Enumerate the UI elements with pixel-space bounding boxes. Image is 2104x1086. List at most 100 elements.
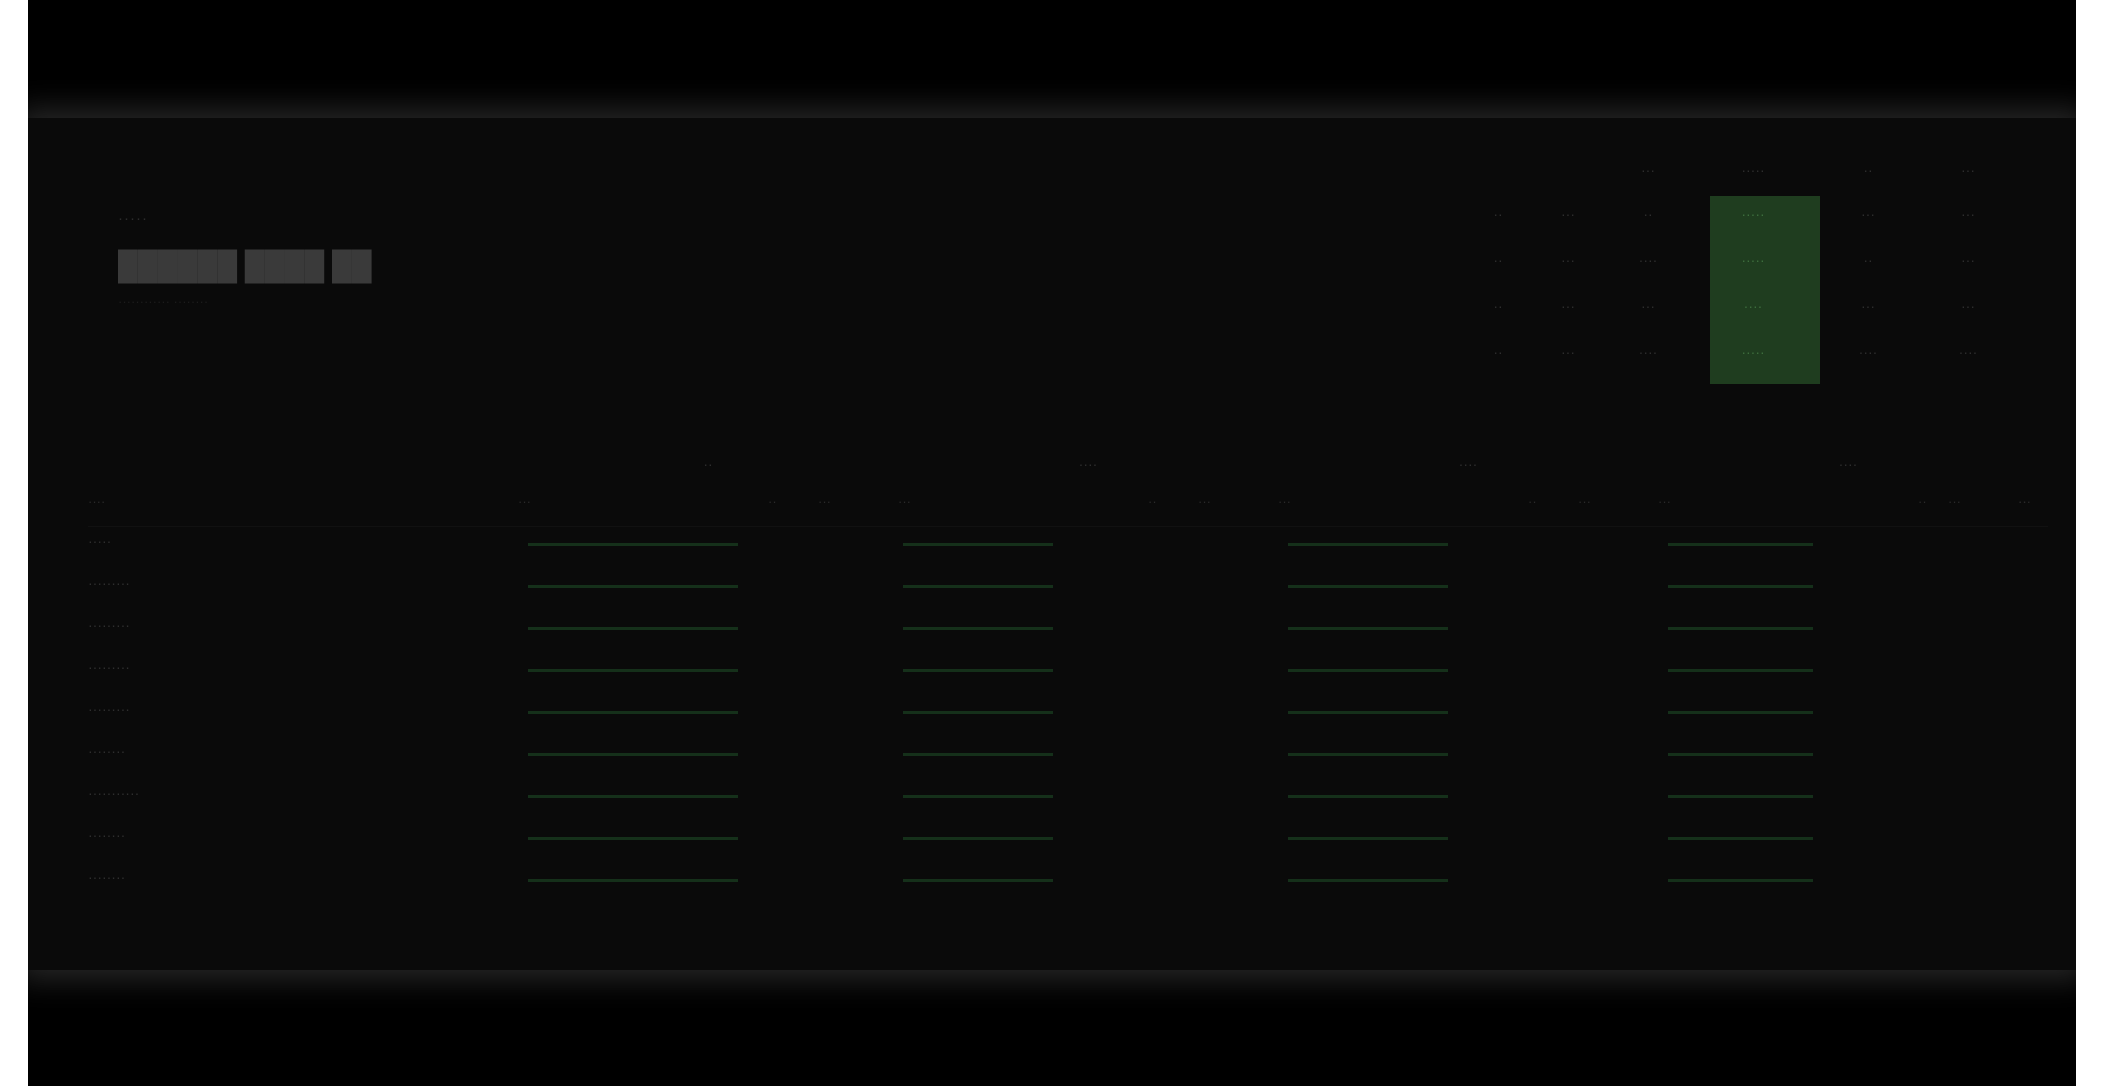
row-bar (903, 753, 1053, 756)
table-row[interactable]: ····· (78, 523, 2058, 563)
column-header[interactable]: ··· (1578, 494, 1591, 509)
summary-cell: ·· (1493, 298, 1503, 314)
row-bar (903, 669, 1053, 672)
summary-cell: ····· (1741, 252, 1765, 268)
summary-cell: ·· (1493, 206, 1503, 222)
summary-cell: ·· (1863, 252, 1873, 268)
table-row[interactable]: ··········· (78, 775, 2058, 815)
column-header[interactable]: ··· (818, 494, 831, 509)
row-bar (903, 795, 1053, 798)
column-header[interactable]: ·· (768, 494, 777, 509)
row-bar (1288, 627, 1448, 630)
page-subtitle: ············ ········ (118, 294, 209, 309)
column-header[interactable]: ··· (1278, 494, 1291, 509)
summary-cell: ··· (1561, 252, 1575, 268)
summary-header-cell: ··· (1961, 162, 1975, 178)
summary-cell: ··· (1961, 298, 1975, 314)
row-bar (528, 879, 738, 882)
column-header[interactable]: ··· (1948, 494, 1961, 509)
column-header[interactable]: ·· (1918, 494, 1927, 509)
row-bar (528, 711, 738, 714)
group-header-2: ···· (1078, 456, 1098, 472)
row-bar (1668, 753, 1813, 756)
summary-cell: ·· (1643, 206, 1653, 222)
column-header[interactable]: ···· (88, 494, 105, 509)
row-bar (1288, 543, 1448, 546)
summary-cell: ··· (1561, 344, 1575, 360)
row-label: ········· (88, 617, 130, 633)
row-bar (1668, 543, 1813, 546)
column-header[interactable]: ··· (1198, 494, 1211, 509)
row-bar (1668, 837, 1813, 840)
table-row[interactable]: ········· (78, 607, 2058, 647)
summary-cell: ····· (1741, 344, 1765, 360)
summary-cell: ···· (1858, 344, 1878, 360)
row-label: ········· (88, 575, 130, 591)
row-bar (903, 837, 1053, 840)
column-header[interactable]: ··· (898, 494, 911, 509)
header-small-label: ····· (118, 210, 148, 227)
row-bar (1668, 585, 1813, 588)
summary-header-cell: ·· (1863, 162, 1873, 178)
summary-cell: ··· (1561, 298, 1575, 314)
row-label: ········· (88, 701, 130, 717)
column-header[interactable]: ·· (1148, 494, 1157, 509)
row-bar (903, 879, 1053, 882)
row-bar (1668, 795, 1813, 798)
summary-cell: ··· (1961, 206, 1975, 222)
row-bar (1288, 879, 1448, 882)
summary-table: ··· ····· ·· ··· ·· ··· ·· ····· ··· ··· ·· ··· ····… (1458, 162, 2018, 392)
row-bar (528, 837, 738, 840)
row-bar (903, 711, 1053, 714)
row-bar (528, 753, 738, 756)
table-row[interactable]: ········· (78, 649, 2058, 689)
table-row[interactable]: ········· (78, 691, 2058, 731)
row-label: ········· (88, 659, 130, 675)
column-header[interactable]: ··· (518, 494, 531, 509)
row-bar (528, 543, 738, 546)
row-bar (528, 795, 738, 798)
table-row[interactable]: ········· (78, 565, 2058, 605)
summary-cell: ·· (1493, 344, 1503, 360)
row-bar (903, 627, 1053, 630)
summary-cell: ···· (1958, 344, 1978, 360)
summary-cell: ···· (1638, 344, 1658, 360)
row-bar (1668, 627, 1813, 630)
column-header[interactable]: ·· (1528, 494, 1537, 509)
summary-cell: ···· (1743, 298, 1763, 314)
summary-cell: ·· (1493, 252, 1503, 268)
row-bar (1288, 795, 1448, 798)
row-bar (1288, 711, 1448, 714)
summary-cell: ····· (1741, 206, 1765, 222)
group-header-3: ···· (1458, 456, 1478, 472)
summary-cell: ··· (1641, 298, 1655, 314)
table-row[interactable]: ········ (78, 817, 2058, 857)
summary-header-cell: ··· (1641, 162, 1655, 178)
row-bar (1288, 669, 1448, 672)
screen-frame: ····· ██████ ████ ██ ············ ······… (28, 0, 2076, 1086)
summary-cell: ··· (1861, 298, 1875, 314)
group-header-1: ·· (703, 456, 713, 472)
group-header-4: ···· (1838, 456, 1858, 472)
summary-cell: ··· (1561, 206, 1575, 222)
summary-cell: ··· (1861, 206, 1875, 222)
summary-cell: ··· (1961, 252, 1975, 268)
row-label: ········ (88, 827, 126, 843)
row-label: ····· (88, 533, 112, 549)
row-bar (528, 585, 738, 588)
row-bar (1668, 879, 1813, 882)
summary-header-cell: ····· (1741, 162, 1765, 178)
row-bar (1668, 711, 1813, 714)
column-header[interactable]: ··· (1658, 494, 1671, 509)
row-bar (903, 543, 1053, 546)
row-bar (1288, 585, 1448, 588)
dashboard-panel: ····· ██████ ████ ██ ············ ······… (28, 118, 2076, 970)
row-bar (1288, 837, 1448, 840)
row-label: ········ (88, 869, 126, 885)
table-row[interactable]: ········ (78, 859, 2058, 899)
row-bar (528, 669, 738, 672)
summary-cell: ···· (1638, 252, 1658, 268)
table-row[interactable]: ········ (78, 733, 2058, 773)
column-header[interactable]: ··· (2018, 494, 2031, 509)
row-bar (903, 585, 1053, 588)
